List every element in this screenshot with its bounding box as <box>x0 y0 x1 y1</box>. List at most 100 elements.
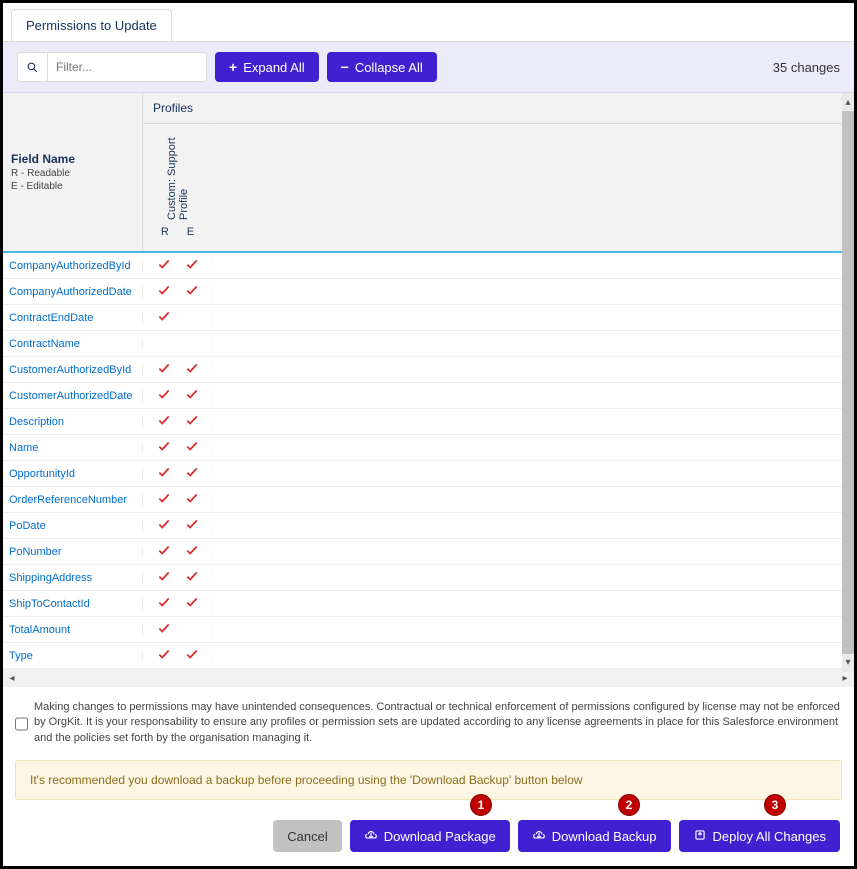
field-name-link[interactable]: Type <box>3 650 143 662</box>
collapse-all-button[interactable]: − Collapse All <box>327 52 437 82</box>
permission-cells <box>143 309 213 326</box>
permission-cells <box>143 439 213 456</box>
deploy-all-changes-button[interactable]: Deploy All Changes <box>679 820 840 852</box>
permissions-modal: Permissions to Update + Expand All − Col… <box>0 0 857 869</box>
readable-check-icon <box>157 647 171 664</box>
table-row: ShipToContactId <box>3 591 854 617</box>
field-name-link[interactable]: Description <box>3 416 143 428</box>
col-r-label: R <box>161 226 169 238</box>
table-header: Field Name R - Readable E - Editable Pro… <box>3 93 854 253</box>
scroll-up-arrow-icon[interactable]: ▴ <box>842 93 854 111</box>
permission-cells <box>143 257 213 274</box>
download-icon <box>532 828 546 845</box>
field-name-link[interactable]: OrderReferenceNumber <box>3 494 143 506</box>
table-row: ShippingAddress <box>3 565 854 591</box>
editable-check-icon <box>185 257 199 274</box>
button-label: Download Package <box>384 829 496 844</box>
table-row: CustomerAuthorizedDate <box>3 383 854 409</box>
search-group <box>17 52 207 82</box>
permission-cells <box>143 491 213 508</box>
button-label: Collapse All <box>355 60 423 75</box>
button-label: Deploy All Changes <box>713 829 826 844</box>
field-name-link[interactable]: CompanyAuthorizedDate <box>3 286 143 298</box>
warning-text: It's recommended you download a backup b… <box>30 773 583 787</box>
profile-name: Custom: Support Profile <box>166 130 190 220</box>
permission-cells <box>143 413 213 430</box>
table-row: CompanyAuthorizedDate <box>3 279 854 305</box>
table-row: CustomerAuthorizedById <box>3 357 854 383</box>
field-name-link[interactable]: TotalAmount <box>3 624 143 636</box>
readable-check-icon <box>157 621 171 638</box>
field-name-link[interactable]: ContractName <box>3 338 143 350</box>
readable-check-icon <box>157 283 171 300</box>
disclaimer-section: Making changes to permissions may have u… <box>3 692 854 754</box>
table-row: TotalAmount <box>3 617 854 643</box>
editable-check-icon <box>185 465 199 482</box>
download-package-button[interactable]: Download Package <box>350 820 510 852</box>
expand-all-button[interactable]: + Expand All <box>215 52 319 82</box>
header-sub-e: E - Editable <box>11 181 134 192</box>
annotation-marker-1: 1 <box>470 794 492 816</box>
field-name-link[interactable]: ShipToContactId <box>3 598 143 610</box>
button-label: Download Backup <box>552 829 657 844</box>
field-name-link[interactable]: CustomerAuthorizedById <box>3 364 143 376</box>
profiles-header-label: Profiles <box>143 93 854 124</box>
table-row: CompanyAuthorizedById <box>3 253 854 279</box>
readable-check-icon <box>157 465 171 482</box>
scroll-left-arrow-icon[interactable]: ◂ <box>3 673 21 684</box>
filter-input[interactable] <box>47 52 207 82</box>
button-label: Cancel <box>287 829 327 844</box>
field-name-link[interactable]: OpportunityId <box>3 468 143 480</box>
search-icon[interactable] <box>17 52 47 82</box>
disclaimer-text: Making changes to permissions may have u… <box>34 700 842 746</box>
warning-banner: It's recommended you download a backup b… <box>15 760 842 800</box>
readable-check-icon <box>157 387 171 404</box>
disclaimer-checkbox[interactable] <box>15 702 28 746</box>
readable-check-icon <box>157 517 171 534</box>
table-row: Type <box>3 643 854 669</box>
scroll-right-arrow-icon[interactable]: ▸ <box>836 673 854 684</box>
cancel-button[interactable]: Cancel <box>273 820 341 852</box>
field-name-link[interactable]: PoDate <box>3 520 143 532</box>
col-e-label: E <box>187 226 194 238</box>
readable-check-icon <box>157 413 171 430</box>
horizontal-scrollbar[interactable]: ◂ ▸ <box>3 669 854 687</box>
footer: 1 2 3 Cancel Download Package Download B… <box>3 806 854 866</box>
readable-check-icon <box>157 309 171 326</box>
editable-check-icon <box>185 491 199 508</box>
re-sub-header: R E <box>161 226 194 238</box>
readable-check-icon <box>157 439 171 456</box>
permission-cells <box>143 569 213 586</box>
editable-check-icon <box>185 413 199 430</box>
profile-header-cell: Custom: Support Profile R E <box>143 124 213 244</box>
vertical-scrollbar[interactable] <box>842 93 854 672</box>
permission-cells <box>143 283 213 300</box>
readable-check-icon <box>157 257 171 274</box>
table-row: OrderReferenceNumber <box>3 487 854 513</box>
field-name-link[interactable]: CustomerAuthorizedDate <box>3 390 143 402</box>
button-label: Expand All <box>243 60 304 75</box>
permission-cells <box>143 621 213 638</box>
header-title: Field Name <box>11 152 134 166</box>
field-name-link[interactable]: CompanyAuthorizedById <box>3 260 143 272</box>
permission-cells <box>143 361 213 378</box>
tab-label: Permissions to Update <box>26 18 157 33</box>
field-name-link[interactable]: ContractEndDate <box>3 312 143 324</box>
download-backup-button[interactable]: Download Backup <box>518 820 671 852</box>
field-name-link[interactable]: ShippingAddress <box>3 572 143 584</box>
readable-check-icon <box>157 543 171 560</box>
scroll-down-arrow-icon[interactable]: ▾ <box>842 654 854 672</box>
field-name-link[interactable]: Name <box>3 442 143 454</box>
deploy-icon <box>693 828 707 845</box>
table-body: CompanyAuthorizedById CompanyAuthorizedDa… <box>3 253 854 669</box>
editable-check-icon <box>185 387 199 404</box>
table-row: Name <box>3 435 854 461</box>
readable-check-icon <box>157 491 171 508</box>
header-sub-r: R - Readable <box>11 168 134 179</box>
tab-permissions-to-update[interactable]: Permissions to Update <box>11 9 172 41</box>
editable-check-icon <box>185 517 199 534</box>
permission-cells <box>143 595 213 612</box>
annotation-marker-2: 2 <box>618 794 640 816</box>
field-name-link[interactable]: PoNumber <box>3 546 143 558</box>
editable-check-icon <box>185 439 199 456</box>
